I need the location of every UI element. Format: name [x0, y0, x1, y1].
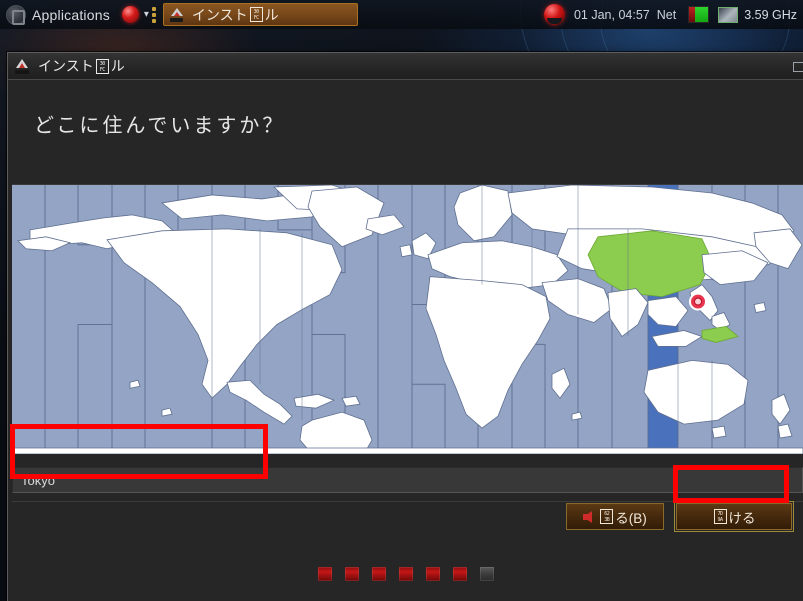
red-orb-icon[interactable] [121, 6, 139, 23]
progress-step-7 [480, 567, 494, 581]
progress-step-1 [318, 567, 332, 581]
progress-step-6 [453, 567, 467, 581]
progress-step-5 [426, 567, 440, 581]
applications-menu[interactable]: Applications [32, 7, 110, 23]
missing-glyph-icon: 30 FC [95, 58, 109, 74]
window-title-suffix: ル [110, 58, 125, 74]
continue-button-text: ける [728, 510, 756, 526]
arrow-left-icon [583, 510, 593, 523]
panel-handle-icon[interactable] [151, 6, 156, 23]
taskbar-label-suffix: ル [264, 6, 279, 23]
cpu-frequency-label: 3.59 GHz [744, 7, 797, 22]
timezone-map-svg [12, 185, 803, 454]
continue-button[interactable]: 7D 9A ける [674, 501, 794, 532]
button-row: 62 3B る(B) 7D 9A ける [566, 501, 794, 532]
distro-logo-icon[interactable] [6, 4, 26, 25]
location-input-row [12, 462, 803, 498]
back-button-text: る(B) [615, 510, 647, 526]
taskbar-label-prefix: インスト [191, 6, 248, 23]
back-button[interactable]: 62 3B る(B) [566, 503, 664, 530]
installer-content: どこに住んでいますか？ Tokyo 62 3B る(B) 7D 9A ける [8, 81, 803, 601]
window-titlebar[interactable]: インスト 30 FC ル [8, 53, 803, 80]
clock[interactable]: 01 Jan, 04:57 [574, 8, 650, 22]
red-system-orb-icon[interactable] [543, 4, 565, 25]
back-button-label: 62 3B る(B) [599, 507, 647, 527]
location-input[interactable] [12, 467, 803, 493]
progress-step-2 [345, 567, 359, 581]
window-title: インスト 30 FC ル [38, 56, 125, 76]
page-title: どこに住んでいますか？ [34, 115, 286, 137]
window-title-prefix: インスト [38, 58, 94, 74]
chevron-down-icon[interactable]: ▾ [144, 9, 149, 20]
missing-glyph-icon: 7D 9A [713, 509, 727, 524]
installer-icon [14, 58, 30, 74]
top-panel: Applications ▾ インスト 30 FC ル 01 Jan, 04:5… [0, 0, 803, 29]
separator [12, 501, 803, 502]
minimize-icon[interactable] [793, 62, 803, 72]
network-label[interactable]: Net [657, 8, 676, 22]
progress-step-4 [399, 567, 413, 581]
taskbar-item-label: インスト 30 FC ル [192, 5, 279, 25]
installer-window: インスト 30 FC ル どこに住んでいますか？ Tokyo 62 3B る(B… [7, 52, 803, 601]
progress-indicator [8, 567, 803, 581]
cpu-monitor-icon[interactable] [718, 6, 739, 23]
progress-step-3 [372, 567, 386, 581]
continue-button-label: 7D 9A ける [713, 507, 756, 527]
battery-icon[interactable] [688, 6, 710, 23]
taskbar-item-installer[interactable]: インスト 30 FC ル [162, 3, 358, 26]
timezone-marker-tokyo [689, 292, 707, 311]
missing-glyph-icon: 62 3B [600, 509, 614, 524]
installer-icon [169, 7, 185, 22]
world-timezone-map[interactable] [12, 184, 803, 454]
missing-glyph-icon: 30 FC [249, 7, 263, 22]
